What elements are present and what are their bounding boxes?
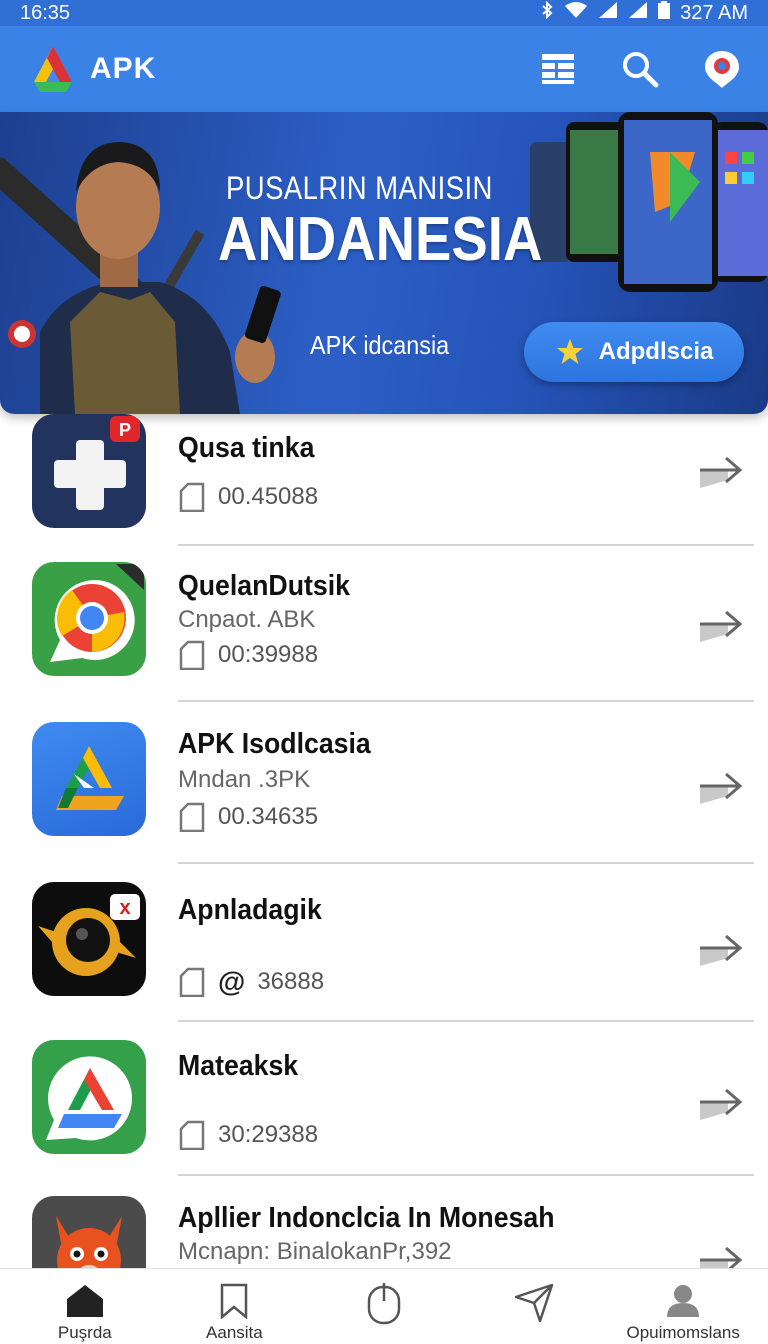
nav-item-account[interactable]: Opuimomslans (608, 1269, 758, 1344)
home-icon (66, 1285, 103, 1317)
share-arrow-icon[interactable] (698, 1240, 744, 1268)
divider (178, 1020, 754, 1022)
tag-icon (179, 1120, 205, 1150)
app-logo-icon (26, 42, 80, 96)
app-meta-value: 36888 (257, 968, 325, 995)
star-icon (556, 339, 583, 364)
app-meta: 30:29388 (178, 1120, 318, 1150)
banner-subtitle: PUSALRIN MANISIN (226, 170, 493, 206)
share-arrow-icon[interactable] (698, 604, 744, 644)
banner-caption: APK idcansia (310, 330, 450, 360)
search-button[interactable] (620, 49, 660, 89)
divider (178, 700, 754, 702)
account-icon (667, 1285, 700, 1317)
app-meta-value: 00.34635 (218, 803, 319, 830)
divider (178, 862, 754, 864)
app-name: Qusa tinka (178, 432, 315, 464)
status-time: 16:35 (20, 1, 71, 24)
signal-icon-2 (628, 1, 648, 25)
nav-label: Aansita (206, 1323, 263, 1342)
app-meta-value: 00.45088 (218, 483, 319, 510)
bookmark-icon (221, 1283, 248, 1319)
app-subtitle: Mndan .3PK (178, 766, 311, 793)
battery-icon (658, 1, 671, 25)
at-symbol: @ (218, 966, 246, 997)
nav-item-mouse[interactable] (309, 1269, 459, 1344)
app-name: APK Isodlcasia (178, 728, 371, 760)
status-bar: 16:35 327 AM (0, 0, 768, 26)
banner-cta-button[interactable]: Adpdlscia (524, 322, 744, 382)
app-name: QuelanDutsik (178, 570, 350, 602)
list-item[interactable]: QuelanDutsik Cnpaot. ABK 00:39988 (0, 562, 768, 702)
app-meta: 00.45088 (178, 482, 318, 512)
app-meta: 00.34635 (178, 802, 318, 832)
drive-like-app-icon (32, 722, 146, 836)
nav-label: Opuimomslans (626, 1323, 740, 1342)
app-meta: 00:39988 (178, 640, 318, 670)
list-item[interactable]: P Qusa tinka 00.45088 (0, 414, 768, 546)
share-arrow-icon[interactable] (698, 928, 744, 968)
send-icon (514, 1283, 553, 1323)
list-item[interactable]: Mateaksk 30:29388 (0, 1038, 768, 1178)
promo-banner[interactable]: PUSALRIN MANISIN ANDANESIA APK idcansia … (0, 112, 768, 414)
nav-item-home[interactable]: Puşrda (10, 1269, 160, 1344)
app-meta: @ 36888 (178, 966, 324, 998)
fox-app-icon (32, 1196, 146, 1268)
tag-icon (179, 802, 205, 832)
svg-text:P: P (119, 420, 131, 440)
bluetooth-icon (540, 0, 554, 25)
share-arrow-icon[interactable] (698, 450, 744, 490)
signal-icon (598, 1, 618, 25)
nav-label: Puşrda (57, 1323, 112, 1342)
phones-illustration (530, 112, 768, 292)
banner-title: ANDANESIA (218, 205, 543, 274)
app-bar-actions (538, 49, 742, 89)
list-item[interactable]: x Apnladagik @ 36888 (0, 880, 768, 1022)
profile-icon (705, 51, 739, 88)
nav-item-send[interactable] (459, 1269, 609, 1344)
divider (178, 1174, 754, 1176)
profile-button[interactable] (702, 49, 742, 89)
app-meta-value: 30:29388 (218, 1121, 319, 1148)
wifi-icon (564, 1, 588, 25)
tag-icon (179, 640, 205, 670)
app-title: APK (90, 52, 157, 85)
divider (178, 544, 754, 546)
app-subtitle: Mcnapn: BinalokanPr,392 (178, 1238, 452, 1265)
tag-icon (179, 482, 205, 512)
app-name: Apnladagik (178, 894, 322, 926)
share-arrow-icon[interactable] (698, 766, 744, 806)
app-list: P Qusa tinka 00.45088 QuelanDutsik Cnpao… (0, 414, 768, 1268)
nav-item-bookmarks[interactable]: Aansita (160, 1269, 310, 1344)
tag-icon (179, 967, 205, 997)
mouse-icon (367, 1283, 401, 1325)
list-icon (542, 54, 574, 84)
list-view-button[interactable] (538, 49, 578, 89)
search-icon (623, 52, 659, 88)
banner-cta-label: Adpdlscia (598, 338, 714, 365)
svg-text:x: x (119, 897, 130, 919)
app-subtitle: Cnpaot. ABK (178, 606, 316, 633)
chrome-like-app-icon (32, 562, 146, 676)
bottom-navigation: Puşrda Aansita Opuimomslans (0, 1268, 768, 1344)
app-name: Apllier Indonclcia In Monesah (178, 1202, 555, 1234)
app-bar: APK (0, 26, 768, 112)
app-meta-value: 00:39988 (218, 641, 319, 668)
status-clock: 327 AM (680, 1, 748, 24)
drive-chat-app-icon (32, 1040, 146, 1154)
camera-app-icon: x (32, 882, 146, 996)
list-item[interactable]: Apllier Indonclcia In Monesah Mcnapn: Bi… (0, 1196, 768, 1268)
list-item[interactable]: APK Isodlcasia Mndan .3PK 00.34635 (0, 720, 768, 864)
share-arrow-icon[interactable] (698, 1082, 744, 1122)
app-name: Mateaksk (178, 1050, 299, 1082)
status-icons: 327 AM (540, 0, 748, 25)
plus-app-icon: P (32, 414, 146, 528)
